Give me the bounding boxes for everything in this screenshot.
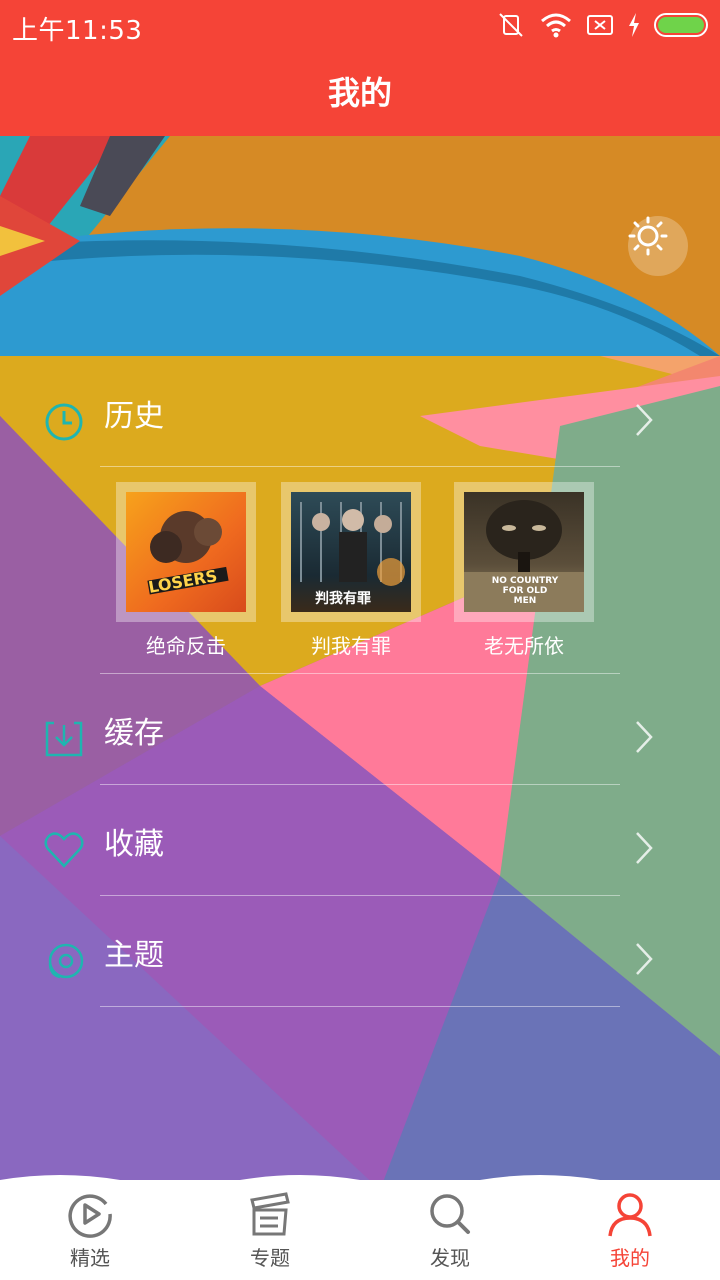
history-item-title: 绝命反击	[146, 634, 226, 658]
search-icon	[390, 1190, 510, 1238]
bottom-nav: 精选 专题 发现 我的	[0, 1175, 720, 1280]
history-row[interactable]: 历史	[0, 366, 720, 476]
status-icons	[496, 10, 710, 40]
user-icon	[570, 1190, 690, 1238]
theme-icon	[44, 941, 84, 981]
divider	[100, 895, 620, 896]
nav-label: 我的	[610, 1246, 650, 1270]
poster-image: 判我有罪	[291, 492, 411, 612]
nav-label: 精选	[70, 1246, 110, 1270]
chevron-right-icon	[634, 830, 654, 870]
history-label: 历史	[104, 399, 164, 434]
download-icon	[44, 719, 84, 759]
divider	[100, 673, 620, 674]
nav-featured[interactable]: 精选	[30, 1190, 150, 1280]
nav-label: 发现	[430, 1246, 470, 1270]
clapperboard-icon	[210, 1190, 330, 1238]
history-item-losers[interactable]: LOSERS 绝命反击	[116, 482, 256, 658]
battery-icon	[654, 12, 710, 38]
status-bar: 上午11:53	[0, 0, 720, 50]
menu-section: 历史 LOSERS 绝命反击 判我有罪 判我有罪 NO COUNTRY FOR …	[0, 356, 720, 1190]
history-item-no-country[interactable]: NO COUNTRY FOR OLD MEN 老无所依	[454, 482, 594, 658]
theme-row[interactable]: 主题	[0, 905, 720, 1015]
favorites-row[interactable]: 收藏	[0, 794, 720, 904]
charging-icon	[628, 13, 640, 37]
chevron-right-icon	[634, 941, 654, 981]
nav-mine[interactable]: 我的	[570, 1190, 690, 1280]
favorites-label: 收藏	[104, 827, 164, 862]
divider	[100, 1006, 620, 1007]
mute-icon	[496, 10, 526, 40]
nav-discover[interactable]: 发现	[390, 1190, 510, 1280]
nav-wave	[0, 1175, 720, 1190]
divider	[100, 466, 620, 467]
poster-caption: 判我有罪	[315, 591, 371, 607]
chevron-right-icon	[634, 719, 654, 759]
nav-label: 专题	[250, 1246, 290, 1270]
nav-topics[interactable]: 专题	[210, 1190, 330, 1280]
cache-label: 缓存	[104, 716, 164, 751]
poster-image: LOSERS	[126, 492, 246, 612]
wifi-icon	[540, 11, 572, 39]
profile-banner	[0, 136, 720, 356]
status-time: 上午11:53	[12, 16, 143, 46]
sim-icon	[586, 13, 614, 37]
play-circle-icon	[30, 1190, 150, 1238]
clock-icon	[44, 402, 84, 442]
poster-image: NO COUNTRY FOR OLD MEN	[464, 492, 584, 612]
history-item-title: 判我有罪	[311, 634, 391, 658]
history-item-convict[interactable]: 判我有罪 判我有罪	[281, 482, 421, 658]
history-list: LOSERS 绝命反击 判我有罪 判我有罪 NO COUNTRY FOR OLD…	[0, 482, 720, 662]
app-header: 上午11:53 我的	[0, 0, 720, 136]
poster-caption: NO COUNTRY FOR OLD MEN	[491, 576, 559, 606]
page-title: 我的	[327, 74, 392, 112]
heart-icon	[44, 830, 84, 870]
settings-button[interactable]	[628, 216, 688, 276]
chevron-right-icon	[634, 402, 654, 442]
cache-row[interactable]: 缓存	[0, 683, 720, 793]
theme-label: 主题	[104, 938, 164, 973]
divider	[100, 784, 620, 785]
banner-artwork	[0, 136, 720, 356]
history-item-title: 老无所依	[484, 634, 564, 658]
